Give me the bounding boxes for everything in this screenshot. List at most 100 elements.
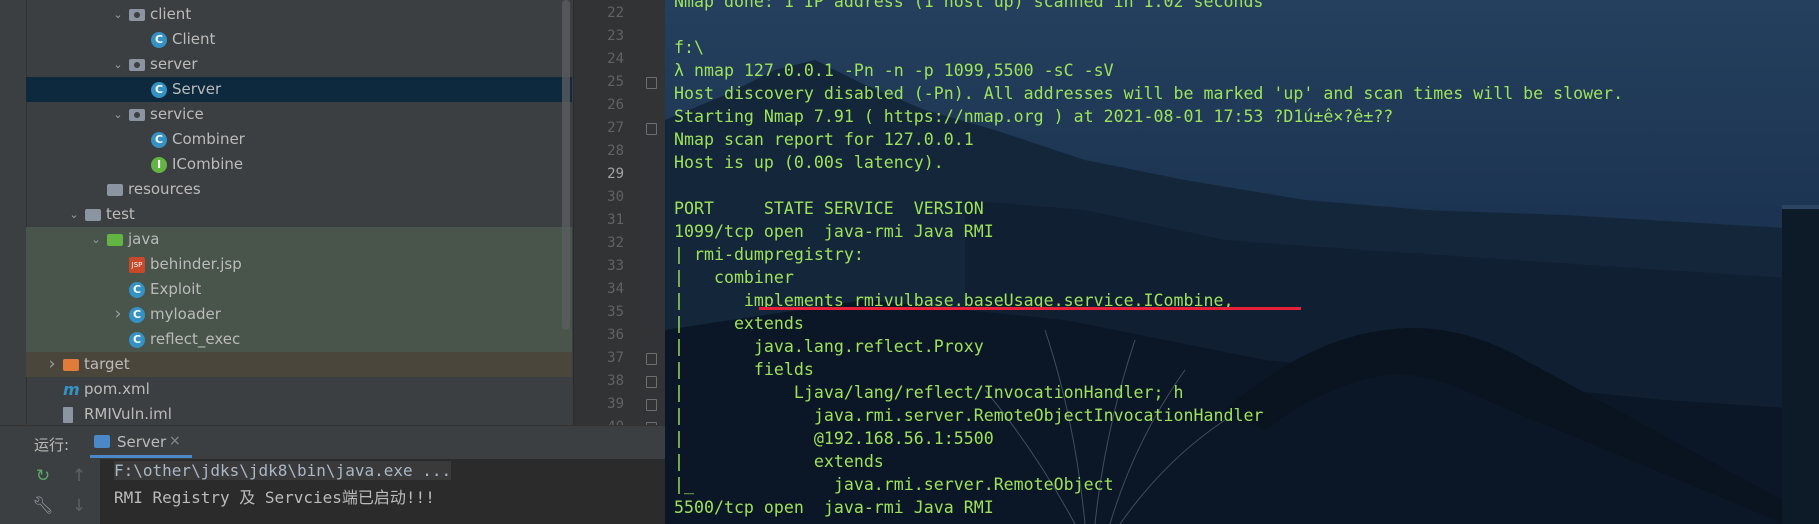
class-icon: C xyxy=(151,132,167,148)
tree-item-pom-xml[interactable]: m pom.xml xyxy=(26,377,572,402)
editor-gutter: 22232425262728293031323334353637383940 xyxy=(573,0,665,435)
tree-item-label: RMIVuln.iml xyxy=(84,405,172,423)
class-icon: C xyxy=(129,282,145,298)
line-number: 22 xyxy=(607,5,624,21)
tree-item-combiner[interactable]: C Combiner xyxy=(26,127,572,152)
terminal-line: | fields xyxy=(674,360,814,379)
line-number: 37 xyxy=(607,350,624,366)
tree-item-resources[interactable]: resources xyxy=(26,177,572,202)
tree-item-label: test xyxy=(106,205,135,223)
class-icon: C xyxy=(151,32,167,48)
up-arrow-icon[interactable]: ↑ xyxy=(68,465,90,487)
terminal-line: f:\ xyxy=(674,38,704,57)
line-number: 28 xyxy=(607,143,624,159)
terminal-line: | java.lang.reflect.Proxy xyxy=(674,337,984,356)
line-number: 30 xyxy=(607,189,624,205)
terminal-line: Nmap done: 1 IP address (1 host up) scan… xyxy=(674,0,1264,11)
wrench-icon[interactable]: 🔧︎ xyxy=(32,495,54,517)
tree-item-test[interactable]: ⌄ test xyxy=(26,202,572,227)
tree-item-label: Exploit xyxy=(150,280,202,298)
chevron-down-icon[interactable]: ⌄ xyxy=(111,102,125,127)
terminal-line: Host discovery disabled (-Pn). All addre… xyxy=(674,84,1624,103)
terminal-line: Starting Nmap 7.91 ( https://nmap.org ) … xyxy=(674,107,1394,126)
excluded-folder-icon xyxy=(63,359,79,371)
tree-item-service[interactable]: ⌄ service xyxy=(26,102,572,127)
terminal-line: | java.rmi.server.RemoteObjectInvocation… xyxy=(674,406,1264,425)
terminal-line: λ nmap 127.0.0.1 -Pn -n -p 1099,5500 -sC… xyxy=(674,61,1114,80)
terminal-line: 1099/tcp open java-rmi Java RMI xyxy=(674,222,994,241)
test-source-folder-icon xyxy=(107,234,123,246)
project-tree-scrollbar[interactable] xyxy=(562,0,570,330)
terminal-line: 5500/tcp open java-rmi Java RMI xyxy=(674,498,994,517)
resources-folder-icon xyxy=(107,184,123,196)
tree-item-client[interactable]: C Client xyxy=(26,27,572,52)
tree-item-label: target xyxy=(84,355,130,373)
tree-item-label: server xyxy=(150,55,198,73)
folder-package-icon xyxy=(129,9,145,21)
tree-item-label: Server xyxy=(172,80,222,98)
line-number: 26 xyxy=(607,97,624,113)
chevron-down-icon[interactable]: ⌄ xyxy=(89,227,103,252)
folder-icon xyxy=(85,209,101,221)
tree-item-exploit[interactable]: C Exploit xyxy=(26,277,572,302)
tree-item-server[interactable]: C Server xyxy=(26,77,572,102)
tree-item-myloader[interactable]: › Cmyloader xyxy=(26,302,572,327)
chevron-down-icon[interactable]: ⌄ xyxy=(111,52,125,77)
tree-item-icombine[interactable]: I ICombine xyxy=(26,152,572,177)
tool-window-strip xyxy=(0,0,27,425)
tree-item-label: client xyxy=(150,5,192,23)
line-number: 27 xyxy=(607,120,624,136)
ide-panel: ⌄ client C Client ⌄ server C Server ⌄ service C Com… xyxy=(0,0,665,524)
run-tab-label: Server xyxy=(117,433,167,451)
maven-icon: m xyxy=(63,380,80,399)
line-number: 29 xyxy=(607,166,624,182)
tree-item-behinder-jsp[interactable]: JSP behinder.jsp xyxy=(26,252,572,277)
terminal-line: | @192.168.56.1:5500 xyxy=(674,429,994,448)
terminal-line: | Ljava/lang/reflect/InvocationHandler; … xyxy=(674,383,1184,402)
line-number: 36 xyxy=(607,327,624,343)
line-number: 24 xyxy=(607,51,624,67)
terminal-line: | rmi-dumpregistry: xyxy=(674,245,864,264)
close-icon[interactable]: × xyxy=(169,433,181,449)
terminal-window[interactable]: Nmap done: 1 IP address (1 host up) scan… xyxy=(665,0,1819,524)
chevron-down-icon[interactable]: ⌄ xyxy=(111,2,125,27)
tree-item-label: ICombine xyxy=(172,155,244,173)
tree-item-reflect-exec[interactable]: Creflect_exec xyxy=(26,327,572,352)
tree-item-label: pom.xml xyxy=(84,380,150,398)
line-number: 34 xyxy=(607,281,624,297)
console-line: F:\other\jdks\jdk8\bin\java.exe ... xyxy=(114,461,452,480)
tree-item-label: Combiner xyxy=(172,130,245,148)
terminal-line: | combiner xyxy=(674,268,794,287)
line-number: 38 xyxy=(607,373,624,389)
tree-item-label: behinder.jsp xyxy=(150,255,242,273)
fold-marker-icon[interactable] xyxy=(646,353,657,365)
tree-item-label: service xyxy=(150,105,204,123)
down-arrow-icon[interactable]: ↓ xyxy=(68,495,90,517)
chevron-down-icon[interactable]: ⌄ xyxy=(67,202,81,227)
rerun-icon[interactable]: ↻ xyxy=(32,465,54,487)
jsp-file-icon: JSP xyxy=(129,257,145,273)
tree-item-target[interactable]: › target xyxy=(26,352,572,377)
line-number: 31 xyxy=(607,212,624,228)
tree-item-server[interactable]: ⌄ server xyxy=(26,52,572,77)
chevron-right-icon[interactable]: › xyxy=(111,302,125,327)
tree-item-client[interactable]: ⌄ client xyxy=(26,2,572,27)
chevron-right-icon[interactable]: › xyxy=(45,352,59,377)
tree-item-label: Client xyxy=(172,30,216,48)
tree-item-rmivuln-iml[interactable]: RMIVuln.iml xyxy=(26,402,572,425)
fold-marker-icon[interactable] xyxy=(646,399,657,411)
line-number: 23 xyxy=(607,28,624,44)
folder-package-icon xyxy=(129,109,145,121)
tree-item-label: resources xyxy=(128,180,201,198)
tree-item-java[interactable]: ⌄ java xyxy=(26,227,572,252)
terminal-line: |_ java.rmi.server.RemoteObject xyxy=(674,475,1114,494)
project-tree: ⌄ client C Client ⌄ server C Server ⌄ service C Com… xyxy=(26,0,572,425)
terminal-line: | extends xyxy=(674,314,804,333)
run-console[interactable]: F:\other\jdks\jdk8\bin\java.exe ... RMI … xyxy=(100,459,665,524)
fold-marker-icon[interactable] xyxy=(646,376,657,388)
line-number: 33 xyxy=(607,258,624,274)
tree-item-label: reflect_exec xyxy=(150,330,241,348)
fold-marker-icon[interactable] xyxy=(646,77,657,89)
fold-marker-icon[interactable] xyxy=(646,123,657,135)
line-number: 32 xyxy=(607,235,624,251)
